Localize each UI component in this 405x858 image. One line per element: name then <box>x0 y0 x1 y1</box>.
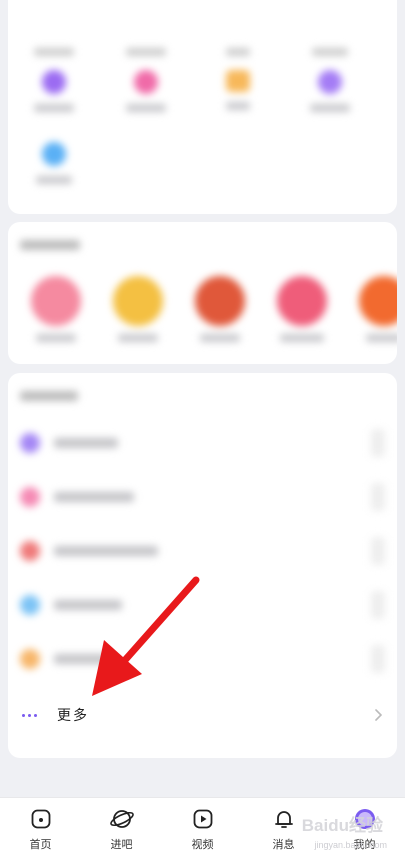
nav-forums-label: 进吧 <box>110 838 133 851</box>
list-item-icon <box>20 649 40 669</box>
nav-messages-label: 消息 <box>272 838 295 851</box>
grid-row-bottom <box>8 142 397 184</box>
violet-circle-icon <box>318 70 342 94</box>
more-label: 更多 <box>57 708 89 724</box>
nav-home[interactable]: 首页 <box>0 798 81 858</box>
grid-item[interactable] <box>8 38 100 56</box>
grid-item[interactable] <box>8 142 100 184</box>
nav-video[interactable]: 视频 <box>162 798 243 858</box>
more-menu-item[interactable]: 更多 <box>8 699 397 731</box>
list-item-icon <box>20 595 40 615</box>
recommend-image <box>359 276 397 326</box>
features-list-card: 更多 <box>8 373 397 758</box>
section-title <box>20 240 80 250</box>
video-play-icon <box>190 806 216 832</box>
pink-circle-icon <box>134 70 158 94</box>
grid-item[interactable] <box>192 38 284 56</box>
section-title <box>20 391 78 401</box>
recommend-image <box>113 276 163 326</box>
recommend-item[interactable] <box>190 276 250 342</box>
list-item-icon <box>20 433 40 453</box>
list-item[interactable] <box>8 587 397 623</box>
nav-video-label: 视频 <box>191 838 214 851</box>
grid-row-middle <box>8 70 397 112</box>
planet-icon <box>109 806 135 832</box>
grid-row-top <box>8 38 397 56</box>
bell-icon <box>271 806 297 832</box>
grid-item[interactable] <box>192 70 284 112</box>
recommend-image <box>31 276 81 326</box>
recommend-item[interactable] <box>272 276 332 342</box>
recommend-image <box>277 276 327 326</box>
recommend-item[interactable] <box>354 276 397 342</box>
home-icon <box>28 806 54 832</box>
grid-item[interactable] <box>100 38 192 56</box>
list-item-icon <box>20 487 40 507</box>
chevron-right-icon <box>373 704 385 730</box>
recommend-item[interactable] <box>26 276 86 342</box>
watermark-url: jingyan.baidu.com <box>314 840 387 850</box>
nav-forums[interactable]: 进吧 <box>81 798 162 858</box>
list-item[interactable] <box>8 533 397 569</box>
grid-item[interactable] <box>284 38 376 56</box>
blue-circle-icon <box>42 142 66 166</box>
recommend-row <box>26 276 397 342</box>
grid-item[interactable] <box>284 70 376 112</box>
baidu-jingyan-watermark: Baidu经验 <box>301 816 383 835</box>
grid-item[interactable] <box>8 70 100 112</box>
recommend-card <box>8 222 397 364</box>
recommend-item[interactable] <box>108 276 168 342</box>
more-dots-icon <box>22 713 37 717</box>
nav-home-label: 首页 <box>29 838 52 851</box>
orange-square-icon <box>226 70 250 92</box>
recommend-image <box>195 276 245 326</box>
purple-circle-icon <box>42 70 66 94</box>
services-grid-card <box>8 0 397 214</box>
list-item[interactable] <box>8 425 397 461</box>
list-item[interactable] <box>8 479 397 515</box>
grid-item[interactable] <box>100 70 192 112</box>
list-item[interactable] <box>8 641 397 677</box>
list-item-icon <box>20 541 40 561</box>
